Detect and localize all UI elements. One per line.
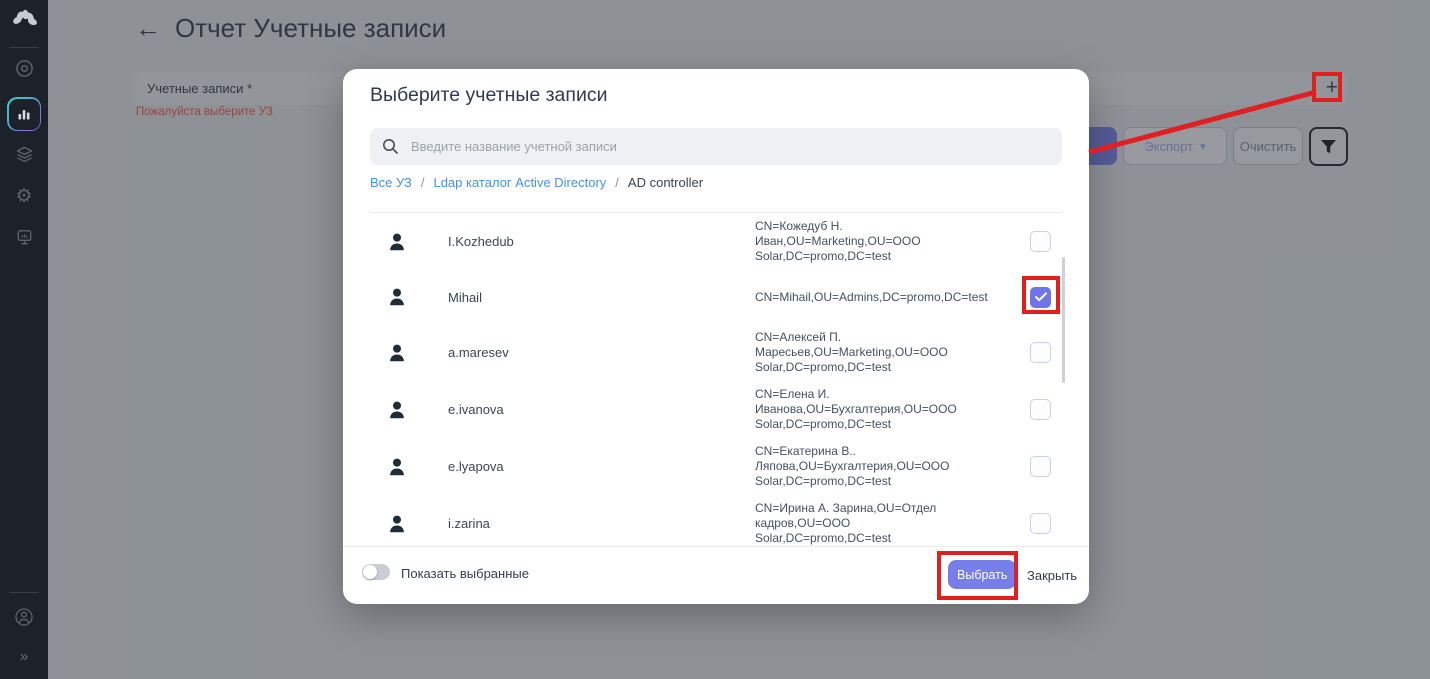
account-row[interactable]: i.zarina CN=Ирина А. Зарина,OU=Отдел кадр… <box>370 495 1062 552</box>
account-dn: CN=Алексей П. Маресьев,OU=Marketing,OU=О… <box>755 330 948 374</box>
close-button-label: Закрыть <box>1027 568 1078 583</box>
annotation-box-add-button <box>1312 72 1342 102</box>
sidebar-item-resources[interactable] <box>0 145 48 164</box>
sidebar-item-settings[interactable]: ⚙ <box>0 187 48 206</box>
account-name: e.lyapova <box>448 459 504 474</box>
toggle-knob <box>363 565 377 579</box>
app-logo <box>0 8 48 38</box>
bar-chart-icon <box>18 110 30 120</box>
monitor-eye-icon <box>15 60 33 77</box>
account-checkbox[interactable] <box>1030 342 1051 363</box>
account-row[interactable]: a.maresev CN=Алексей П. Маресьев,OU=Marke… <box>370 324 1062 381</box>
account-list: I.Kozhedub CN=Кожедуб Н. Иван,OU=Marketin… <box>370 212 1062 552</box>
logo-icon <box>13 9 37 26</box>
account-name: e.ivanova <box>448 402 504 417</box>
account-checkbox[interactable] <box>1030 399 1051 420</box>
account-dn: CN=Екатерина В.. Ляпова,OU=Бухгалтерия,O… <box>755 444 950 488</box>
account-row[interactable]: e.lyapova CN=Екатерина В.. Ляпова,OU=Бухг… <box>370 438 1062 495</box>
sidebar-divider <box>10 47 38 48</box>
account-search-bar <box>370 128 1062 165</box>
sidebar-item-monitoring[interactable] <box>0 59 48 78</box>
user-avatar-icon <box>390 288 404 306</box>
user-avatar-icon <box>390 344 404 361</box>
account-row[interactable]: Mihail CN=Mihail,OU=Admins,DC=promo,DC=te… <box>370 270 1062 324</box>
select-accounts-modal: Выберите учетные записи Все УЗ / Ldap ката… <box>343 69 1089 604</box>
user-avatar-icon <box>390 233 404 250</box>
breadcrumb-link[interactable]: Все УЗ <box>370 175 412 190</box>
breadcrumb: Все УЗ / Ldap каталог Active Directory / AD … <box>370 175 703 190</box>
gear-icon: ⚙ <box>15 186 33 207</box>
sidebar-collapse-button[interactable]: » <box>0 648 48 665</box>
annotation-box-select-button <box>937 551 1018 600</box>
account-checkbox[interactable] <box>1030 513 1051 534</box>
breadcrumb-separator: / <box>420 175 425 190</box>
annotation-box-checkbox <box>1022 276 1060 314</box>
account-dn: CN=Кожедуб Н. Иван,OU=Marketing,OU=ООО S… <box>755 219 921 263</box>
sidebar-divider <box>10 592 38 593</box>
user-avatar-icon <box>390 401 404 418</box>
sidebar: ⚙ » <box>0 0 48 679</box>
account-name: I.Kozhedub <box>448 234 514 249</box>
breadcrumb-current: AD controller <box>627 175 704 190</box>
account-row[interactable]: I.Kozhedub CN=Кожедуб Н. Иван,OU=Marketin… <box>370 213 1062 270</box>
scrollbar-thumb[interactable] <box>1062 257 1065 383</box>
chevrons-right-icon: » <box>19 648 29 665</box>
account-row[interactable]: e.ivanova CN=Елена И. Иванова,OU=Бухгалте… <box>370 381 1062 438</box>
account-name: Mihail <box>448 289 482 305</box>
user-avatar-icon <box>390 515 404 532</box>
show-selected-toggle[interactable] <box>362 564 390 580</box>
breadcrumb-link[interactable]: Ldap каталог Active Directory <box>433 175 606 190</box>
account-name: a.maresev <box>448 345 509 360</box>
show-selected-label: Показать выбранные <box>401 566 529 581</box>
breadcrumb-separator: / <box>615 175 619 190</box>
modal-title: Выберите учетные записи <box>370 84 608 106</box>
host-icon <box>17 230 31 245</box>
account-checkbox[interactable] <box>1030 456 1051 477</box>
user-circle-icon <box>15 608 33 626</box>
search-icon <box>383 139 399 155</box>
sidebar-item-reports[interactable] <box>7 97 41 131</box>
layers-icon <box>16 146 32 163</box>
account-dn: CN=Елена И. Иванова,OU=Бухгалтерия,OU=ОО… <box>755 387 957 431</box>
account-checkbox[interactable] <box>1030 231 1051 252</box>
user-avatar-icon <box>390 458 404 475</box>
account-dn: CN=Ирина А. Зарина,OU=Отдел кадров,OU=ОО… <box>755 501 937 545</box>
close-button[interactable]: Закрыть <box>1027 568 1077 583</box>
sidebar-item-account[interactable] <box>0 607 48 627</box>
account-name: i.zarina <box>448 516 490 531</box>
account-search-input[interactable] <box>409 138 1050 155</box>
sidebar-item-hosts[interactable] <box>0 228 48 247</box>
account-dn: CN=Mihail,OU=Admins,DC=promo,DC=test <box>755 289 988 304</box>
